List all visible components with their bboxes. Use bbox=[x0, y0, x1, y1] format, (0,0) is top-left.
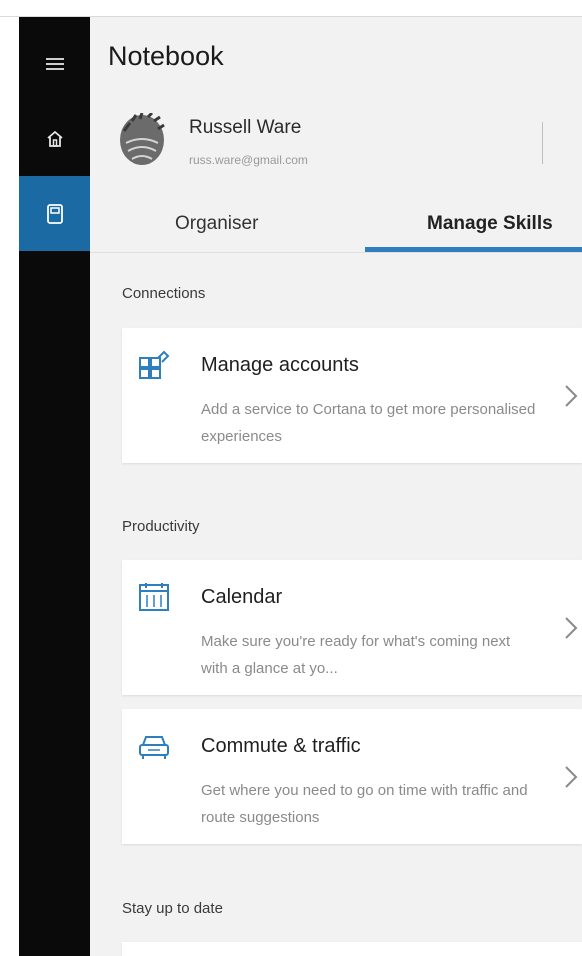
notebook-icon bbox=[46, 203, 63, 224]
home-icon bbox=[46, 130, 63, 147]
left-rail bbox=[19, 17, 90, 956]
profile-header[interactable]: Russell Ware russ.ware@gmail.com bbox=[90, 97, 582, 197]
car-icon bbox=[139, 736, 169, 759]
profile-divider bbox=[542, 122, 543, 164]
section-label-stay-up-to-date: Stay up to date bbox=[122, 900, 223, 917]
notebook-button[interactable] bbox=[19, 176, 90, 251]
tab-organiser[interactable]: Organiser bbox=[175, 213, 258, 235]
card-title: Calendar bbox=[201, 586, 283, 608]
card-description: Add a service to Cortana to get more per… bbox=[201, 401, 536, 445]
user-name: Russell Ware bbox=[189, 117, 302, 138]
home-button[interactable] bbox=[19, 101, 90, 176]
page-title: Notebook bbox=[108, 41, 224, 71]
user-email: russ.ware@gmail.com bbox=[189, 153, 308, 167]
card-description: Make sure you're ready for what's coming… bbox=[201, 633, 511, 677]
chevron-right-icon bbox=[565, 385, 578, 407]
section-label-connections: Connections bbox=[122, 285, 206, 302]
card-manage-accounts[interactable]: Manage accounts Add a service to Cortana… bbox=[122, 328, 582, 463]
hamburger-menu-button[interactable] bbox=[19, 26, 90, 101]
card-partial[interactable] bbox=[122, 942, 582, 956]
card-commute-traffic[interactable]: Commute & traffic Get where you need to … bbox=[122, 709, 582, 844]
card-title: Manage accounts bbox=[201, 354, 359, 376]
notebook-panel: Notebook Russell Ware russ.ware@gmail.co… bbox=[90, 17, 582, 956]
card-calendar[interactable]: Calendar Make sure you're ready for what… bbox=[122, 560, 582, 695]
chevron-right-icon bbox=[565, 617, 578, 639]
calendar-icon bbox=[139, 583, 169, 611]
manage-accounts-icon bbox=[139, 350, 170, 379]
avatar bbox=[120, 113, 165, 165]
window-top-edge bbox=[0, 0, 582, 17]
tab-divider bbox=[90, 252, 582, 253]
section-label-productivity: Productivity bbox=[122, 518, 200, 535]
card-description: Get where you need to go on time with tr… bbox=[201, 782, 528, 826]
tab-manage-skills[interactable]: Manage Skills bbox=[427, 213, 553, 235]
card-title: Commute & traffic bbox=[201, 735, 361, 757]
chevron-right-icon bbox=[565, 766, 578, 788]
hamburger-icon bbox=[45, 57, 64, 70]
